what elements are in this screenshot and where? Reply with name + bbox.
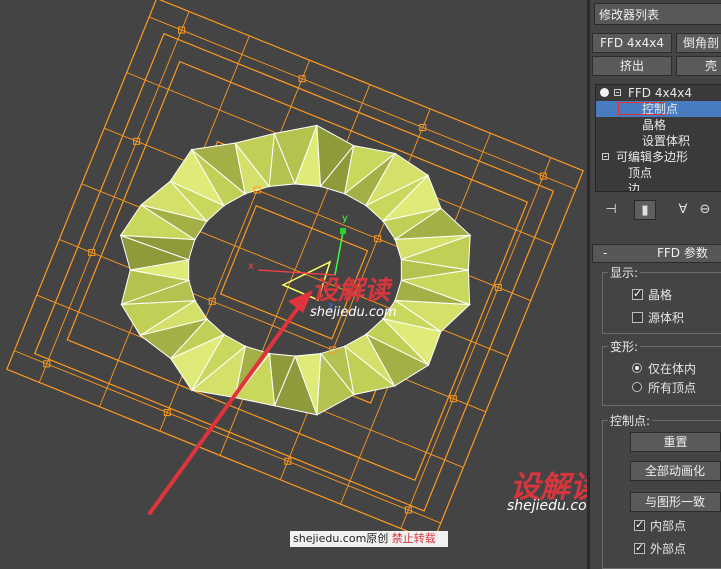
outside-points-checkbox[interactable] xyxy=(634,541,645,554)
extrude-button[interactable]: 挤出 xyxy=(592,56,672,76)
ffd-4x4x4-button[interactable]: FFD 4x4x4 xyxy=(592,33,672,53)
pin-stack-icon[interactable]: ⊣ xyxy=(600,200,622,220)
copyright-bar: shejiedu.com原创 禁止转载 xyxy=(290,531,448,547)
deform-group-label: 变形: xyxy=(608,340,641,354)
source-volume-label: 源体积 xyxy=(648,311,685,325)
stack-item-label: 设置体积 xyxy=(642,134,691,148)
modify-panel: 修改器列表 FFD 4x4x4 倒角剖 挤出 壳 FFD 4x4x4 控制点 晶… xyxy=(590,0,721,569)
lattice-label: 晶格 xyxy=(648,288,673,302)
only-in-volume-label: 仅在体内 xyxy=(648,362,697,376)
stack-item-label: 控制点 xyxy=(642,102,679,116)
gizmo-y-label: y xyxy=(342,213,348,224)
show-end-result-icon[interactable]: ▮ xyxy=(634,200,656,220)
conform-to-shape-button[interactable]: 与图形一致 xyxy=(630,492,721,512)
inside-points-label: 内部点 xyxy=(650,519,687,533)
rollout-title: FFD 参数 xyxy=(657,246,708,260)
control-points-group-label: 控制点: xyxy=(608,414,653,428)
animate-all-button[interactable]: 全部动画化 xyxy=(630,461,721,481)
watermark-right-url: shejiedu.com xyxy=(507,498,587,514)
make-unique-icon[interactable]: ∀ xyxy=(672,200,694,220)
gizmo-x-label: x xyxy=(248,261,254,272)
watermark-center-url: shejiedu.com xyxy=(310,305,397,320)
watermark-center: 设解读 xyxy=(312,270,390,307)
copyright-site: shejiedu.com原创 xyxy=(293,532,389,545)
lattice-checkbox[interactable] xyxy=(632,287,643,300)
shell-button[interactable]: 壳 xyxy=(676,56,721,76)
ffd-params-rollout-header[interactable]: - FFD 参数 xyxy=(592,244,721,263)
only-in-volume-radio[interactable] xyxy=(632,363,642,373)
stack-item-label: FFD 4x4x4 xyxy=(628,86,692,100)
stack-item-label: 晶格 xyxy=(642,118,667,132)
all-vertices-label: 所有顶点 xyxy=(648,381,697,395)
modifier-list-dropdown[interactable]: 修改器列表 xyxy=(594,3,721,25)
outside-points-label: 外部点 xyxy=(650,542,687,556)
watermark-right-url-text: shejiedu.com xyxy=(507,498,587,514)
gizmo-y-handle xyxy=(340,228,346,234)
display-group-label: 显示: xyxy=(608,266,641,280)
stack-item-ffd[interactable]: FFD 4x4x4 xyxy=(596,85,721,101)
collapse-icon[interactable] xyxy=(602,153,609,160)
all-vertices-radio[interactable] xyxy=(632,382,642,392)
reset-button[interactable]: 重置 xyxy=(630,432,721,452)
viewport[interactable]: yxz 设解读 shejiedu.com 设解读 shejiedu.com sh… xyxy=(0,0,587,569)
watermark-center-url-text: shejiedu.com xyxy=(310,305,397,320)
stack-item-editable-poly[interactable]: 可编辑多边形 xyxy=(596,149,721,165)
deform-group xyxy=(602,346,721,406)
remove-modifier-icon[interactable]: ⊖ xyxy=(694,200,716,220)
stack-item-label: 边 xyxy=(628,182,641,192)
stack-item-label: 可编辑多边形 xyxy=(616,150,689,164)
ffd-scene[interactable]: yxz xyxy=(0,0,587,569)
collapse-symbol: - xyxy=(603,246,608,260)
lightbulb-icon[interactable] xyxy=(600,88,609,97)
watermark-center-logo: 设解读 xyxy=(312,276,391,306)
stack-item-control-points[interactable]: 控制点 xyxy=(596,101,721,117)
stack-toolbar: ⊣ ▮ ∀ ⊖ xyxy=(594,200,721,222)
inside-points-checkbox[interactable] xyxy=(634,518,645,531)
stack-item-label: 顶点 xyxy=(628,166,653,180)
modifier-stack[interactable]: FFD 4x4x4 控制点 晶格 设置体积 可编辑多边形 顶点 边 xyxy=(595,84,721,192)
copyright-notice: 禁止转载 xyxy=(391,532,436,545)
source-volume-checkbox[interactable] xyxy=(632,312,643,323)
collapse-icon[interactable] xyxy=(614,89,621,96)
chamfer-button[interactable]: 倒角剖 xyxy=(676,33,721,53)
